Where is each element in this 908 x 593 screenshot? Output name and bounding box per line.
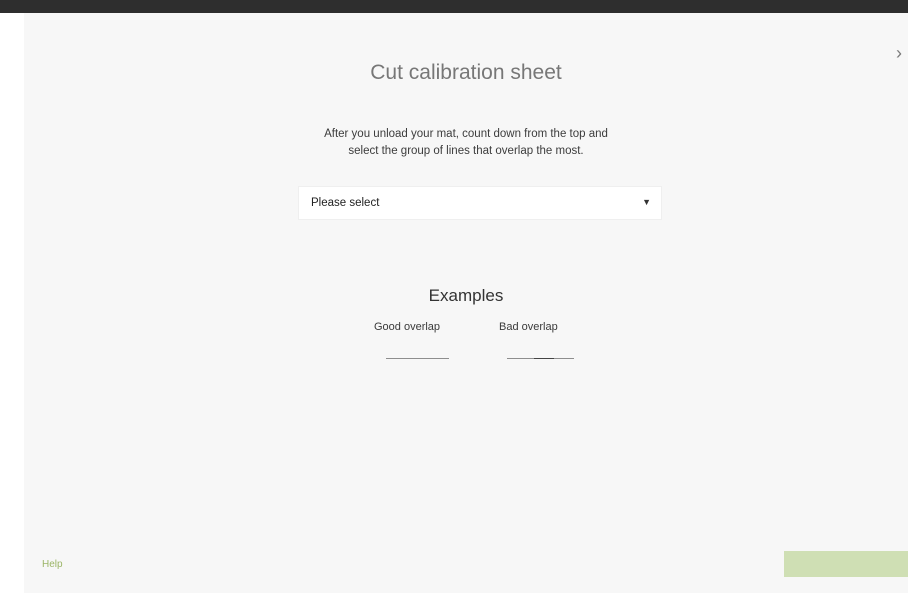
bad-overlap-label: Bad overlap: [499, 321, 558, 333]
instructions-line-2: select the group of lines that overlap t…: [348, 145, 584, 157]
good-overlap-label: Good overlap: [374, 321, 441, 333]
select-value: Please select: [311, 197, 380, 209]
bad-overlap-offset-line: [534, 358, 554, 359]
calibration-dialog: › Cut calibration sheet After you unload…: [24, 13, 908, 593]
app-top-bar: [0, 0, 908, 13]
instructions-text: After you unload your mat, count down fr…: [274, 126, 658, 160]
continue-button[interactable]: [784, 551, 908, 577]
left-edge-panel: [0, 13, 24, 593]
help-link[interactable]: Help: [42, 559, 63, 570]
dropdown-arrow-icon: ▼: [642, 197, 651, 207]
overlap-group-select[interactable]: Please select ▼: [298, 186, 662, 220]
good-overlap-example-line: [386, 358, 449, 359]
close-icon[interactable]: ›: [896, 43, 908, 63]
instructions-line-1: After you unload your mat, count down fr…: [324, 128, 608, 140]
examples-heading: Examples: [428, 286, 504, 305]
dialog-title: Cut calibration sheet: [370, 61, 562, 84]
